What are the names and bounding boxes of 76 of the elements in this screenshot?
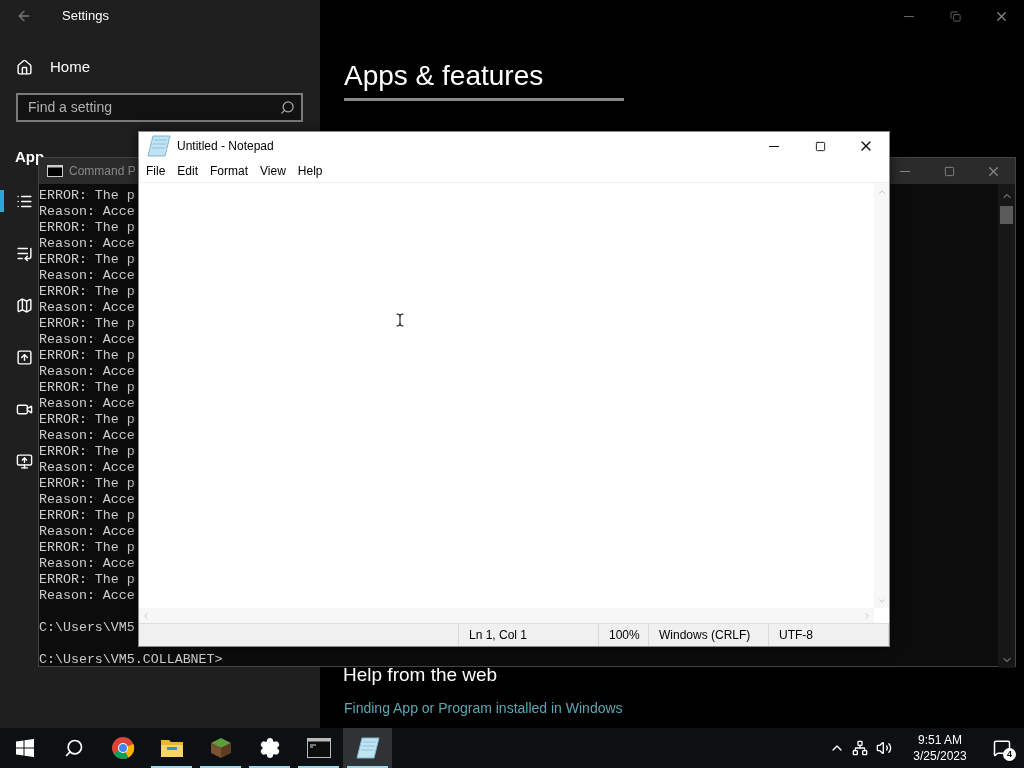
clock-time[interactable]: 9:51 AM [918,732,962,748]
terminal-line: Reason: Acce [39,492,135,508]
terminal-icon [47,165,63,177]
minimize-icon [769,145,779,147]
restore-icon [949,10,961,22]
status-text: Windows (CRLF) [659,627,751,644]
terminal-line: ERROR: The p [39,572,135,588]
maximize-icon [943,165,955,177]
window-title: Untitled - Notepad [177,138,274,155]
windows-logo-icon [15,739,34,757]
menu-item[interactable]: Help [291,162,329,180]
minimize-icon [904,15,914,17]
terminal-line: Reason: Acce [39,236,135,252]
terminal-line: ERROR: The p [39,284,135,300]
terminal-icon [306,738,331,758]
taskbar-button[interactable] [343,728,392,768]
terminal-line: Reason: Acce [39,428,135,444]
terminal-line: Reason: Acce [39,524,135,540]
terminal-prompt: C:\Users\VM5.COLLABNET> [39,652,223,668]
upload-icon [16,348,33,366]
terminal-line: Reason: Acce [39,300,135,316]
window-title: Command P [69,163,136,180]
notification-count: 4 [1003,748,1016,761]
status-text: Ln 1, Col 1 [469,627,528,644]
terminal-line: ERROR: The p [39,188,135,204]
notepad-icon [147,135,171,157]
section-heading: Help from the web [343,663,498,687]
terminal-line: C:\Users\VM5 [39,620,135,636]
back-arrow-icon [16,8,32,24]
terminal-line: Reason: Acce [39,396,135,412]
terminal-line: Reason: Acce [39,460,135,476]
menu-item[interactable]: View [254,162,292,180]
volume-icon[interactable] [876,740,892,756]
terminal-line: Reason: Acce [39,204,135,220]
terminal-line: Reason: Acce [39,364,135,380]
page-title: Apps & features [344,59,544,93]
terminal-line: ERROR: The p [39,380,135,396]
monitor-icon [16,452,33,470]
terminal-line: ERROR: The p [39,444,135,460]
status-text: UTF-8 [779,627,813,644]
search-icon [63,738,84,758]
status-text: 100% [609,627,640,644]
home-link[interactable]: Home [16,56,90,79]
map-icon [16,296,33,314]
terminal-line: ERROR: The p [39,412,135,428]
terminal-line: ERROR: The p [39,316,135,332]
menu-item[interactable]: Format [204,162,255,180]
terminal-line: Reason: Acce [39,588,135,604]
terminal-line: ERROR: The p [39,220,135,236]
search-icon [280,99,295,115]
notifications-button[interactable]: 4 [980,728,1024,768]
search-field[interactable]: Find a setting [16,92,303,122]
grass-block-icon [209,737,232,759]
window-title: Settings [62,7,109,26]
minimize-icon [900,170,910,172]
notepad-icon [355,737,380,759]
home-icon [16,58,33,76]
terminal-line: Reason: Acce [39,332,135,348]
scrollbar-thumb[interactable] [1000,206,1013,224]
menu-item[interactable]: Edit [171,162,205,180]
terminal-line: ERROR: The p [39,540,135,556]
back-button[interactable] [16,8,32,24]
network-icon[interactable] [852,740,868,756]
terminal-line: ERROR: The p [39,476,135,492]
scrollbar[interactable] [998,184,1015,668]
clock-date[interactable]: 3/25/2023 [913,748,967,764]
help-link[interactable]: Finding App or Program installed in Windows [344,698,623,719]
maximize-icon [814,140,826,152]
terminal-line: ERROR: The p [39,252,135,268]
terminal-line: Reason: Acce [39,556,135,572]
folder-icon [160,738,183,758]
terminal-line: Reason: Acce [39,268,135,284]
terminal-line: ERROR: The p [39,508,135,524]
browser-icon [110,736,135,760]
terminal-line: ERROR: The p [39,348,135,364]
menu-item[interactable]: File [140,162,172,180]
